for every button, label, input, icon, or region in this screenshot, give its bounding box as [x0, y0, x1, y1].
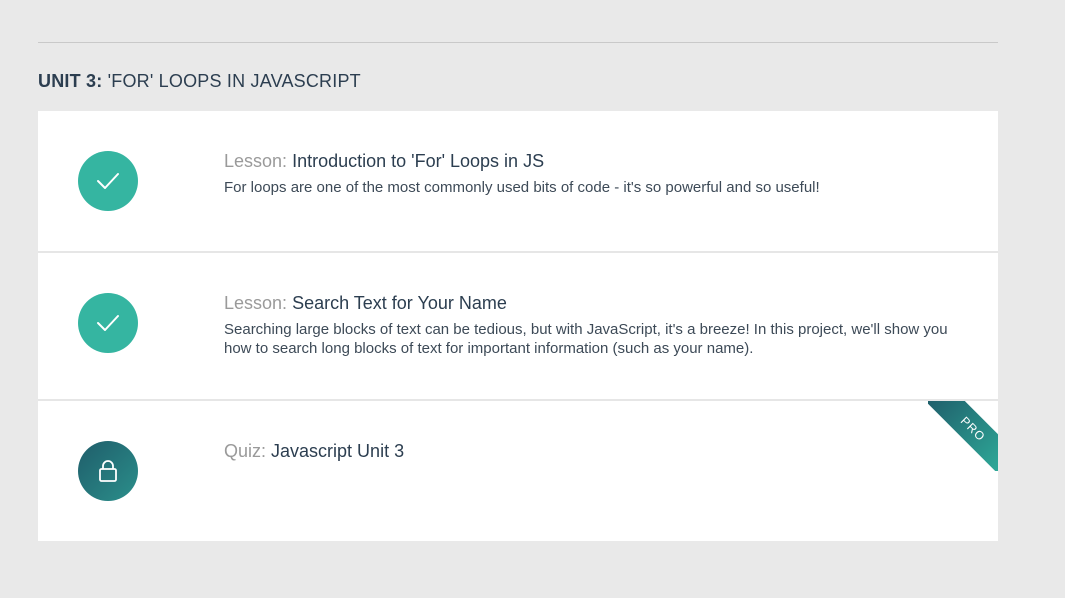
- lesson-text: Lesson: Search Text for Your Name Search…: [224, 292, 964, 358]
- lesson-list: Lesson: Introduction to 'For' Loops in J…: [38, 111, 998, 541]
- lesson-card-intro-for-loops[interactable]: Lesson: Introduction to 'For' Loops in J…: [38, 111, 998, 253]
- check-icon: [97, 173, 119, 189]
- top-divider: [38, 42, 998, 43]
- lesson-description: Searching large blocks of text can be te…: [224, 321, 948, 357]
- check-icon: [97, 315, 119, 331]
- unit-heading: UNIT 3: 'FOR' LOOPS IN JAVASCRIPT: [38, 71, 361, 92]
- locked-status-badge: [78, 441, 138, 501]
- lesson-name[interactable]: Search Text for Your Name: [292, 293, 507, 313]
- lesson-description: For loops are one of the most commonly u…: [224, 179, 820, 196]
- lesson-kind-label: Lesson:: [224, 151, 288, 171]
- quiz-name[interactable]: Javascript Unit 3: [271, 441, 404, 461]
- quiz-kind-label: Quiz:: [224, 441, 267, 461]
- unit-number: UNIT 3:: [38, 71, 103, 91]
- completed-status-badge: [78, 293, 138, 353]
- lesson-text: Lesson: Introduction to 'For' Loops in J…: [224, 150, 964, 197]
- quiz-text: Quiz: Javascript Unit 3: [224, 440, 964, 462]
- lesson-title[interactable]: Lesson: Search Text for Your Name: [224, 292, 964, 314]
- quiz-card-unit-3[interactable]: Quiz: Javascript Unit 3 PRO: [38, 401, 998, 541]
- lesson-name[interactable]: Introduction to 'For' Loops in JS: [292, 151, 544, 171]
- unit-title: 'FOR' LOOPS IN JAVASCRIPT: [107, 71, 361, 91]
- pro-ribbon-label: PRO: [928, 401, 998, 471]
- lock-icon: [99, 460, 117, 482]
- lesson-title[interactable]: Lesson: Introduction to 'For' Loops in J…: [224, 150, 964, 172]
- lesson-kind-label: Lesson:: [224, 293, 288, 313]
- lesson-card-search-text[interactable]: Lesson: Search Text for Your Name Search…: [38, 253, 998, 401]
- quiz-title[interactable]: Quiz: Javascript Unit 3: [224, 440, 964, 462]
- pro-ribbon: PRO: [928, 401, 998, 471]
- completed-status-badge: [78, 151, 138, 211]
